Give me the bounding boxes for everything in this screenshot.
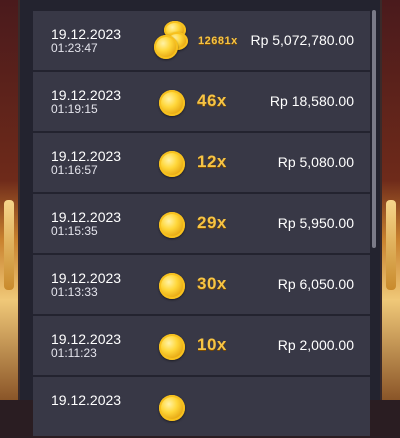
win-history-panel: 19.12.2023 01:23:47 12681x Rp 5,072,780.… xyxy=(18,0,382,436)
history-row[interactable]: 19.12.2023 xyxy=(33,377,370,436)
row-date: 19.12.2023 xyxy=(51,209,122,225)
coin-icon xyxy=(159,394,187,422)
history-row[interactable]: 19.12.2023 01:23:47 12681x Rp 5,072,780.… xyxy=(33,11,370,70)
row-time: 01:23:47 xyxy=(51,41,98,55)
row-amount: Rp 5,950.00 xyxy=(277,215,354,231)
coin-icon xyxy=(159,150,187,178)
history-row[interactable]: 19.12.2023 01:16:57 12x Rp 5,080.00 xyxy=(33,133,370,192)
row-amount: Rp 5,080.00 xyxy=(277,154,354,170)
row-multiplier: 46x xyxy=(197,91,227,110)
row-date: 19.12.2023 xyxy=(51,270,122,286)
coin-icon xyxy=(159,211,187,239)
row-amount: Rp 2,000.00 xyxy=(277,337,354,353)
row-multiplier: 12x xyxy=(197,152,227,171)
scrollbar[interactable] xyxy=(372,10,376,248)
row-time: 01:19:15 xyxy=(51,102,98,116)
row-date: 19.12.2023 xyxy=(51,392,122,408)
row-time: 01:11:23 xyxy=(51,346,97,360)
row-multiplier: 30x xyxy=(197,274,227,293)
row-amount: Rp 6,050.00 xyxy=(277,276,354,292)
row-date: 19.12.2023 xyxy=(51,87,122,103)
row-amount: Rp 18,580.00 xyxy=(269,93,354,109)
history-row[interactable]: 19.12.2023 01:11:23 10x Rp 2,000.00 xyxy=(33,316,370,375)
coin-icon xyxy=(159,89,187,117)
row-time: 01:13:33 xyxy=(51,285,98,299)
row-time: 01:16:57 xyxy=(51,163,98,177)
row-date: 19.12.2023 xyxy=(51,148,122,164)
win-history-list: 19.12.2023 01:23:47 12681x Rp 5,072,780.… xyxy=(33,11,370,438)
row-date: 19.12.2023 xyxy=(51,331,122,347)
row-multiplier: 10x xyxy=(197,335,227,354)
row-multiplier: 29x xyxy=(197,213,227,232)
row-multiplier: 12681x xyxy=(198,35,238,47)
history-row[interactable]: 19.12.2023 01:19:15 46x Rp 18,580.00 xyxy=(33,72,370,131)
coin-icon xyxy=(159,272,187,300)
history-row[interactable]: 19.12.2023 01:13:33 30x Rp 6,050.00 xyxy=(33,255,370,314)
row-date: 19.12.2023 xyxy=(51,26,122,42)
row-amount: Rp 5,072,780.00 xyxy=(250,32,354,48)
coin-icon xyxy=(159,333,187,361)
row-time: 01:15:35 xyxy=(51,224,98,238)
coin-pile-icon xyxy=(152,20,192,60)
history-row[interactable]: 19.12.2023 01:15:35 29x Rp 5,950.00 xyxy=(33,194,370,253)
